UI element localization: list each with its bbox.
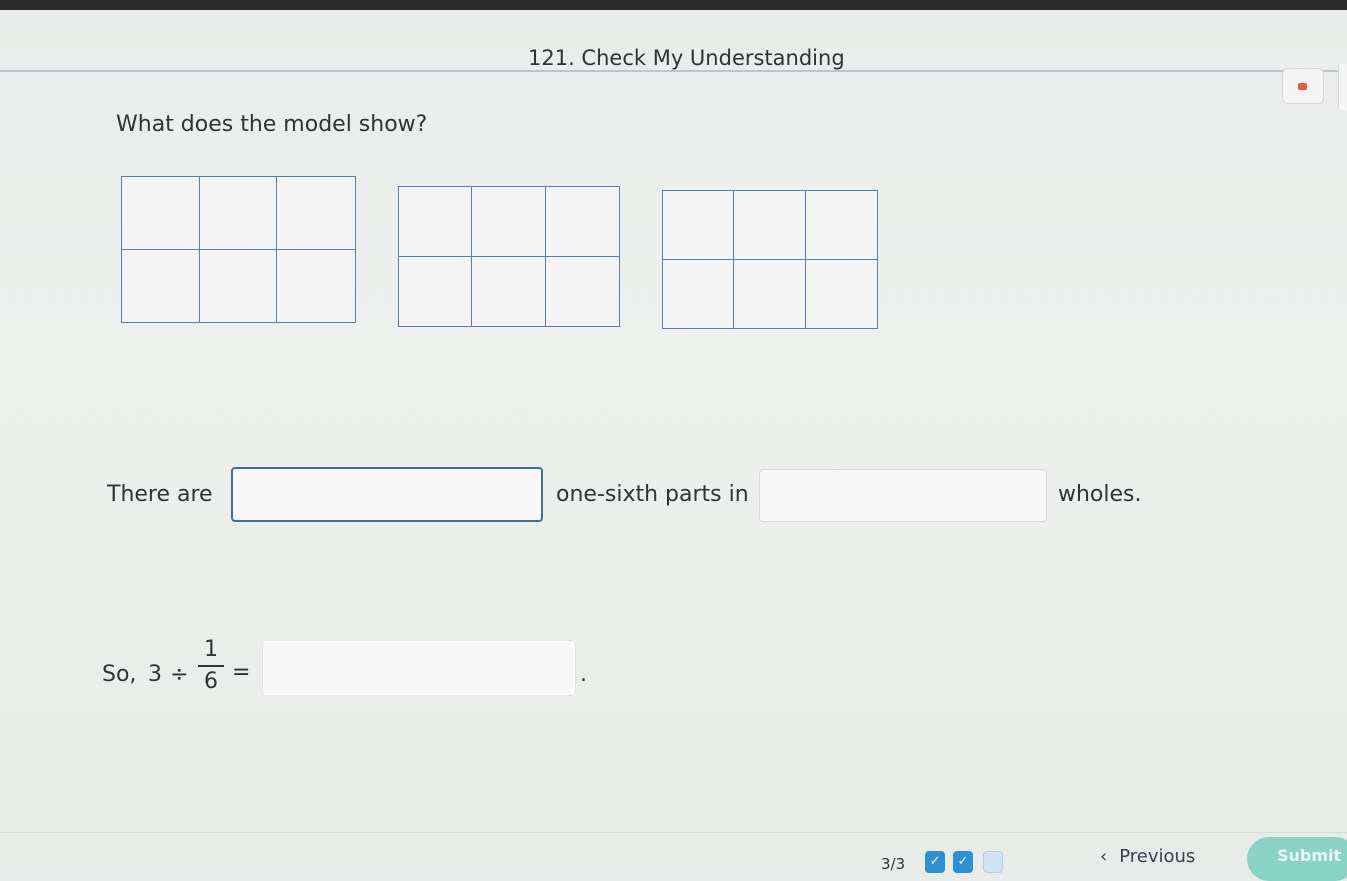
fraction-model-3 [662,190,878,329]
sentence2-period: . [580,662,587,687]
sentence1-after: wholes. [1058,482,1142,507]
footer-divider [0,832,1347,833]
tool-icon [1298,83,1307,90]
quotient-input[interactable] [262,640,576,696]
equals-sign: = [232,660,251,685]
model-cell [199,177,278,250]
model-cell [546,257,619,327]
model-cell [734,191,806,260]
dividend: 3 [148,662,162,687]
fraction-model-1 [121,176,356,323]
fraction-model-2 [398,186,620,327]
model-cell [277,177,355,250]
sentence1-middle: one-sixth parts in [556,482,749,507]
model-cell [122,249,200,322]
sentence2-prefix: So, [102,662,137,687]
model-cell [399,256,473,326]
fraction-divisor: 1 6 [198,637,224,695]
model-cell [472,256,546,326]
previous-button[interactable]: ‹ Previous [1100,846,1195,867]
model-cell [734,259,806,328]
fraction-denominator: 6 [204,668,218,694]
model-cell [663,191,735,260]
sentence1-before: There are [107,482,213,507]
model-cell [277,250,355,323]
model-cell [663,259,735,328]
header-divider [0,70,1347,72]
parts-count-input[interactable] [231,467,543,522]
model-cell [472,187,546,257]
previous-label: Previous [1119,846,1196,867]
model-cell [805,191,877,260]
submit-button[interactable]: Submit [1247,837,1347,881]
model-cell [122,177,200,250]
page-title: 121. Check My Understanding [528,46,845,70]
progress-step-1-check-icon[interactable]: ✓ [925,851,945,873]
chevron-left-icon: ‹ [1100,846,1108,867]
fraction-bar [198,665,224,667]
side-panel-edge[interactable] [1338,64,1347,110]
divide-operator: ÷ [170,662,189,687]
progress-step-3[interactable] [983,851,1003,873]
model-cell [399,187,473,257]
progress-step-2-check-icon[interactable]: ✓ [953,851,973,873]
wholes-count-input[interactable] [759,469,1047,522]
top-bezel [0,0,1347,10]
question-prompt: What does the model show? [116,112,428,137]
progress-counter: 3/3 [881,855,906,873]
tools-button[interactable] [1282,68,1324,104]
model-cell [545,187,619,257]
model-cell [806,260,877,329]
fraction-numerator: 1 [204,637,218,662]
model-cell [200,249,278,322]
